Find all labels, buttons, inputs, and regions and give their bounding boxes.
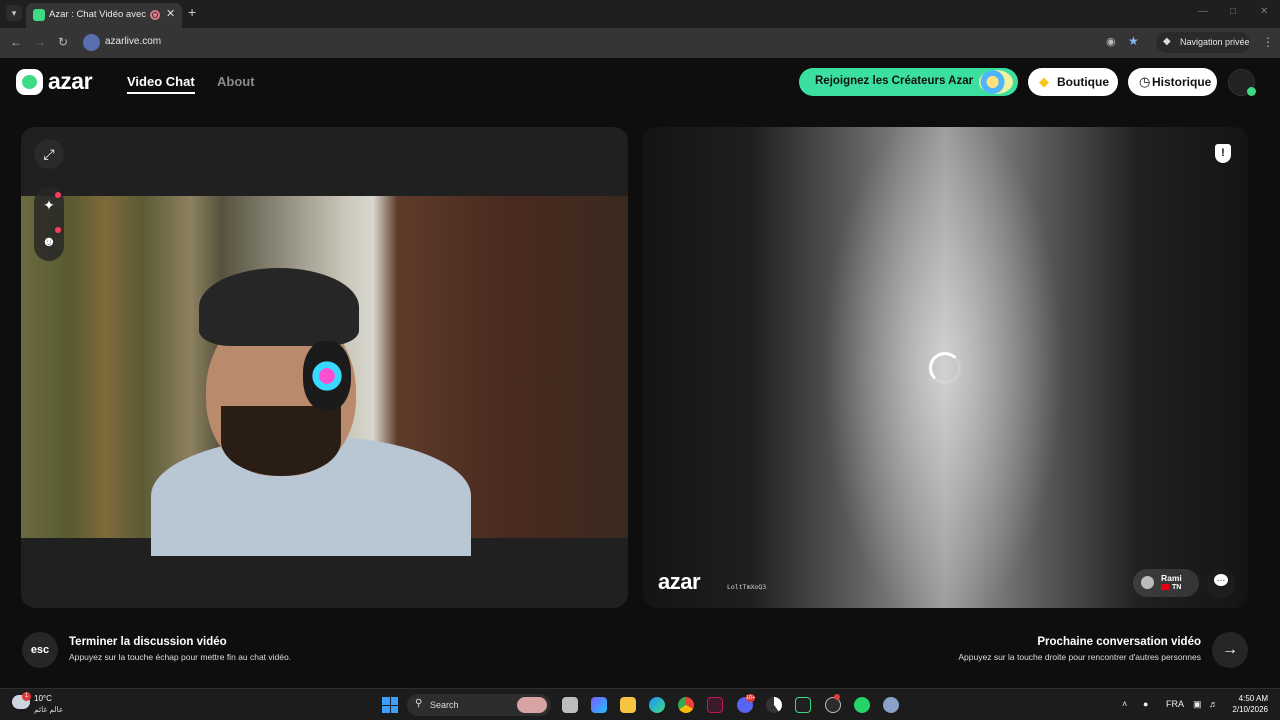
new-tab-button[interactable]: +: [188, 4, 196, 20]
nav-active-underline: [127, 92, 195, 94]
file-explorer-icon[interactable]: [620, 697, 636, 713]
gem-icon: ◆: [1039, 74, 1049, 89]
shop-button[interactable]: ◆ Boutique: [1028, 68, 1118, 96]
tab-title: Azar : Chat Vidéo avec de n: [49, 9, 149, 20]
timer-app-icon[interactable]: [766, 697, 782, 713]
tray-overflow-icon[interactable]: ˄: [1122, 699, 1127, 709]
clock-icon: ◷: [1139, 74, 1151, 89]
address-bar: ← → ↻ azarlive.com ◉ ★ ◆ Navigation priv…: [0, 28, 1280, 58]
partner-country: TN: [1161, 584, 1181, 591]
eye-off-icon[interactable]: ◉: [1106, 35, 1116, 48]
minimize-icon[interactable]: —: [1198, 6, 1208, 17]
azar-logo-icon[interactable]: [16, 69, 43, 95]
maximize-icon[interactable]: □: [1230, 6, 1236, 17]
windows-start-icon[interactable]: [382, 697, 398, 713]
incognito-badge[interactable]: ◆ Navigation privée: [1156, 32, 1250, 53]
url-field[interactable]: azarlive.com: [105, 36, 161, 47]
network-icon[interactable]: ▣: [1193, 699, 1202, 710]
steam-notification-dot: [834, 694, 840, 700]
join-creators-label: Rejoignez les Créateurs Azar: [815, 75, 974, 87]
weather-temperature[interactable]: 10°C: [34, 694, 52, 703]
online-status-dot: [1247, 87, 1256, 96]
next-chat-hint: Appuyez sur la touche droite pour rencon…: [958, 652, 1201, 662]
settings-gear-icon[interactable]: [883, 697, 899, 713]
browser-tab[interactable]: Azar : Chat Vidéo avec de n ✕: [26, 3, 182, 28]
end-chat-hint: Appuyez sur la touche échap pour mettre …: [69, 652, 292, 662]
copilot-icon[interactable]: [591, 697, 607, 713]
taskbar-search[interactable]: ⚲ Search: [407, 694, 551, 716]
chat-bubble-icon[interactable]: [1206, 569, 1236, 599]
weather-description[interactable]: عالم غائم: [34, 705, 63, 714]
volume-icon[interactable]: ♬: [1209, 699, 1218, 709]
azar-favicon-icon: [33, 9, 45, 21]
incognito-label: Navigation privée: [1180, 37, 1250, 47]
search-icon: ⚲: [415, 698, 423, 709]
incognito-icon: ◆: [1163, 36, 1171, 47]
join-creators-button[interactable]: Rejoignez les Créateurs Azar: [799, 68, 1018, 96]
edge-icon[interactable]: [649, 697, 665, 713]
site-info-icon[interactable]: [83, 34, 100, 51]
next-chat-arrow-button[interactable]: →: [1212, 632, 1248, 668]
remote-video-panel: ! azar LoltTmXoQ3 Rami TN: [643, 127, 1248, 608]
effects-notification-dot: [55, 192, 61, 198]
history-button[interactable]: ◷ Historique: [1128, 68, 1217, 96]
task-view-icon[interactable]: [562, 697, 578, 713]
recording-indicator-icon: [150, 10, 160, 20]
filter-notification-dot: [55, 227, 61, 233]
windows-taskbar: 1 10°C عالم غائم ⚲ Search 10+ ˄ ● FRA ▣ …: [0, 688, 1280, 720]
bookmark-star-icon[interactable]: ★: [1128, 34, 1139, 48]
browser-tab-strip: ▾ Azar : Chat Vidéo avec de n ✕ + — □ ✕: [0, 0, 1280, 28]
partner-country-code: TN: [1172, 584, 1182, 591]
watermark-id: LoltTmXoQ3: [727, 583, 767, 591]
rgb-headset: [303, 341, 351, 411]
forward-icon[interactable]: →: [34, 35, 46, 49]
partner-name: Rami: [1161, 573, 1182, 583]
tunisia-flag-icon: [1161, 584, 1169, 591]
search-highlight-art: [517, 697, 547, 713]
end-chat-esc-button[interactable]: esc: [22, 632, 58, 668]
azar-logo-text[interactable]: azar: [48, 68, 93, 95]
effects-toolbar: ✦ ☻: [34, 187, 64, 261]
back-icon[interactable]: ←: [10, 35, 22, 49]
profile-avatar[interactable]: [1228, 69, 1256, 96]
partner-info-chip[interactable]: Rami TN: [1133, 569, 1199, 597]
clock-date[interactable]: 2/10/2026: [1224, 705, 1268, 714]
whatsapp-icon[interactable]: [854, 697, 870, 713]
microphone-icon[interactable]: ●: [1143, 699, 1148, 709]
monitor-app-icon[interactable]: [795, 697, 811, 713]
person-cap: [199, 268, 359, 346]
nav-about[interactable]: About: [217, 74, 255, 89]
person-beard: [221, 406, 341, 476]
end-chat-title: Terminer la discussion vidéo: [69, 636, 227, 648]
clock-time[interactable]: 4:50 AM: [1230, 694, 1268, 703]
partner-avatar: [1141, 576, 1154, 589]
local-camera-feed: [21, 196, 628, 556]
expand-icon[interactable]: ⤢: [34, 139, 64, 169]
language-indicator[interactable]: FRA: [1166, 699, 1184, 709]
close-tab-icon[interactable]: ✕: [166, 7, 175, 20]
chrome-icon[interactable]: [678, 697, 694, 713]
close-window-icon[interactable]: ✕: [1260, 6, 1268, 17]
azar-watermark: azar: [658, 569, 701, 594]
browser-menu-icon[interactable]: ⋮: [1262, 35, 1274, 49]
nav-video-chat[interactable]: Video Chat: [127, 74, 195, 89]
report-shield-icon[interactable]: !: [1215, 144, 1231, 163]
search-label: Search: [430, 700, 459, 710]
creators-illustration-icon: [979, 70, 1013, 94]
loading-spinner-icon: [929, 352, 961, 384]
terminal-app-icon[interactable]: [707, 697, 723, 713]
shop-label: Boutique: [1057, 75, 1109, 89]
reload-icon[interactable]: ↻: [58, 35, 68, 49]
discord-badge: 10+: [746, 694, 756, 702]
tab-search-dropdown[interactable]: ▾: [6, 5, 22, 21]
azar-app: azar Video Chat About Rejoignez les Créa…: [0, 58, 1280, 688]
local-video-panel: ⤢ ✦ ☻: [21, 127, 628, 608]
history-label: Historique: [1152, 75, 1212, 89]
next-chat-title: Prochaine conversation vidéo: [1037, 636, 1201, 648]
weather-alert-badge: 1: [22, 692, 31, 701]
